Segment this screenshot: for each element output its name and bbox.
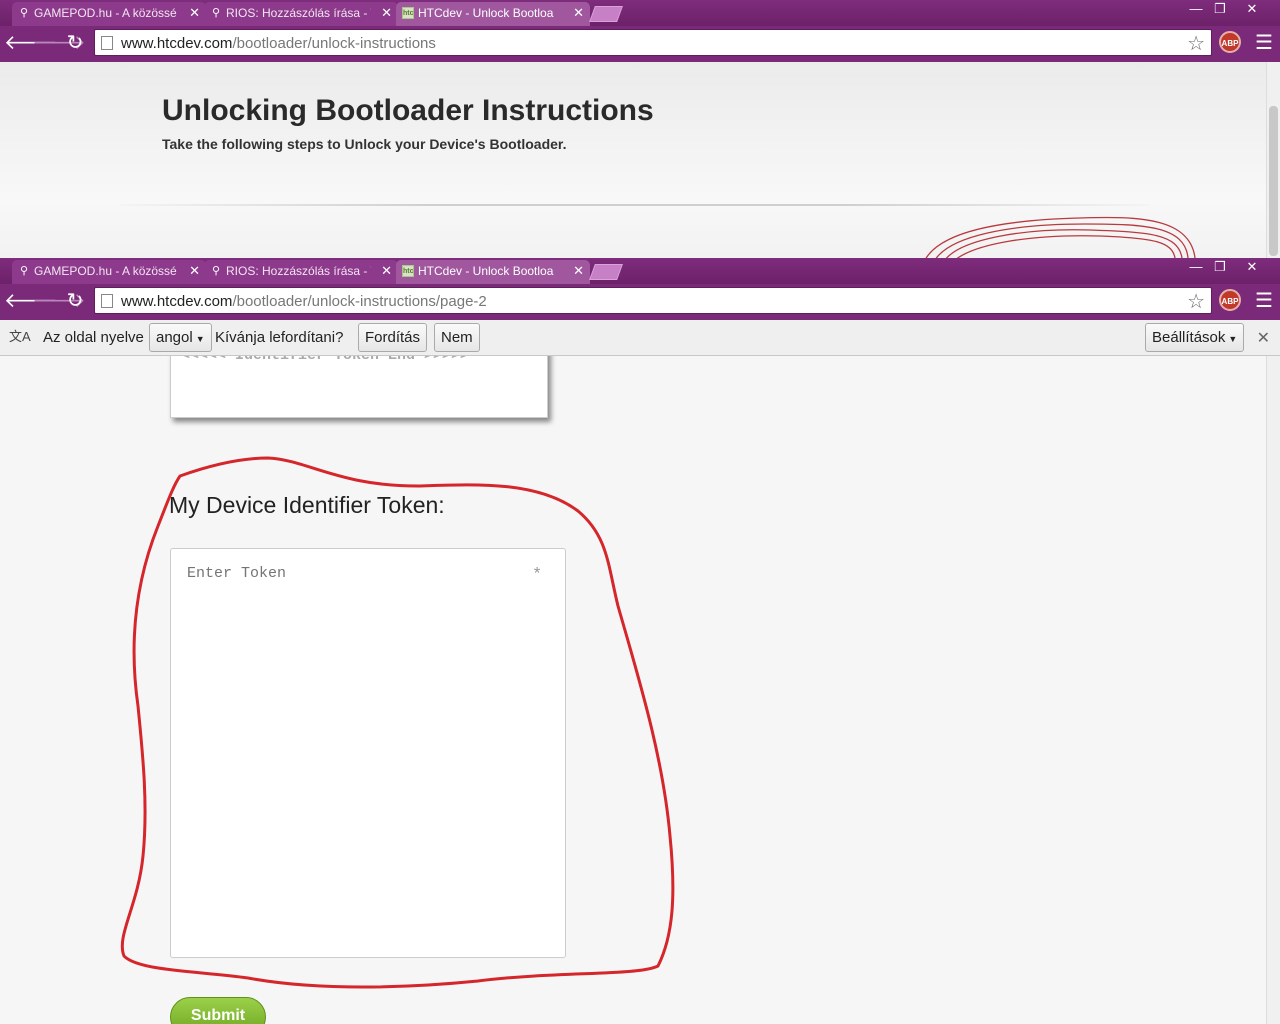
reload-icon[interactable]: ↻ bbox=[62, 30, 88, 56]
tab-title: RIOS: Hozzászólás írása - T bbox=[226, 264, 371, 278]
adblock-plus-icon[interactable]: ABP bbox=[1219, 289, 1241, 311]
scrollbar[interactable] bbox=[1266, 62, 1280, 258]
scrollbar-thumb[interactable] bbox=[1269, 106, 1278, 256]
back-arrow-icon[interactable]: 🡐 bbox=[4, 30, 58, 56]
url-text: www.htcdev.com/bootloader/unlock-instruc… bbox=[121, 35, 436, 52]
forward-arrow-icon[interactable]: 🡒 bbox=[32, 30, 86, 56]
url-text: www.htcdev.com/bootloader/unlock-instruc… bbox=[121, 293, 487, 310]
search-icon: ⚲ bbox=[19, 265, 29, 277]
language-label: Az oldal nyelve bbox=[43, 329, 144, 346]
scrollbar[interactable] bbox=[1266, 356, 1280, 1024]
restore-icon[interactable]: ❐ bbox=[1206, 258, 1234, 276]
tab-strip: ⚲ GAMEPOD.hu - A közössé ✕ ⚲ RIOS: Hozzá… bbox=[0, 0, 1280, 26]
close-icon[interactable]: ✕ bbox=[189, 260, 200, 282]
close-window-icon[interactable]: ✕ bbox=[1238, 0, 1266, 18]
page-content: <<<<< Identifier Token End >>>>> My Devi… bbox=[0, 356, 1266, 1024]
search-icon: ⚲ bbox=[211, 7, 221, 19]
chevron-down-icon: ▼ bbox=[195, 334, 205, 344]
menu-icon[interactable]: ☰ bbox=[1253, 30, 1275, 56]
identifier-token-box: <<<<< Identifier Token End >>>>> bbox=[170, 356, 548, 418]
close-icon[interactable]: ✕ bbox=[189, 2, 200, 24]
htcdev-favicon-icon: htc bbox=[402, 265, 414, 277]
browser-window-top: ⚲ GAMEPOD.hu - A közössé ✕ ⚲ RIOS: Hozzá… bbox=[0, 0, 1280, 62]
browser-toolbar: 🡐 🡒 ↻ www.htcdev.com/bootloader/unlock-i… bbox=[0, 284, 1280, 318]
tab-title: RIOS: Hozzászólás írása - T bbox=[226, 6, 371, 20]
chevron-down-icon: ▼ bbox=[1228, 334, 1238, 344]
close-icon[interactable]: ✕ bbox=[573, 2, 584, 24]
divider bbox=[120, 204, 1150, 206]
tab-htcdev[interactable]: htc HTCdev - Unlock Bootloa ✕ bbox=[396, 260, 590, 284]
language-select[interactable]: angol ▼ bbox=[149, 323, 212, 352]
translate-question: Kívánja lefordítani? bbox=[215, 329, 344, 346]
close-window-icon[interactable]: ✕ bbox=[1238, 258, 1266, 276]
settings-button[interactable]: Beállítások ▼ bbox=[1145, 323, 1245, 352]
close-infobar-icon[interactable]: ✕ bbox=[1257, 328, 1270, 348]
red-annotation-scribble bbox=[925, 216, 1196, 258]
close-icon[interactable]: ✕ bbox=[381, 2, 392, 24]
page-icon bbox=[101, 36, 113, 50]
tab-title: GAMEPOD.hu - A közössé bbox=[34, 6, 177, 20]
search-icon: ⚲ bbox=[19, 7, 29, 19]
page-subtitle: Take the following steps to Unlock your … bbox=[162, 136, 567, 152]
page-icon bbox=[101, 294, 113, 308]
htcdev-favicon-icon: htc bbox=[402, 7, 414, 19]
tab-title: GAMEPOD.hu - A közössé bbox=[34, 264, 177, 278]
tab-strip: ⚲ GAMEPOD.hu - A közössé ✕ ⚲ RIOS: Hozzá… bbox=[0, 258, 1280, 284]
browser-window-bottom: ⚲ GAMEPOD.hu - A közössé ✕ ⚲ RIOS: Hozzá… bbox=[0, 258, 1280, 320]
no-button[interactable]: Nem bbox=[434, 323, 480, 352]
bookmark-star-icon[interactable]: ☆ bbox=[1187, 289, 1205, 314]
language-value: angol bbox=[156, 329, 193, 346]
address-bar[interactable]: www.htcdev.com/bootloader/unlock-instruc… bbox=[94, 287, 1212, 314]
tab-gamepod[interactable]: ⚲ GAMEPOD.hu - A közössé ✕ bbox=[12, 260, 206, 284]
tab-htcdev[interactable]: htc HTCdev - Unlock Bootloa ✕ bbox=[396, 2, 590, 26]
adblock-plus-icon[interactable]: ABP bbox=[1219, 31, 1241, 53]
tab-title: HTCdev - Unlock Bootloa bbox=[418, 6, 554, 20]
page-header-area: Unlocking Bootloader Instructions Take t… bbox=[0, 62, 1266, 258]
close-icon[interactable]: ✕ bbox=[573, 260, 584, 282]
tab-rios[interactable]: ⚲ RIOS: Hozzászólás írása - T ✕ bbox=[204, 260, 398, 284]
restore-icon[interactable]: ❐ bbox=[1206, 0, 1234, 18]
address-bar[interactable]: www.htcdev.com/bootloader/unlock-instruc… bbox=[94, 29, 1212, 56]
reload-icon[interactable]: ↻ bbox=[62, 288, 88, 314]
red-annotation-circle bbox=[120, 456, 675, 989]
bookmark-star-icon[interactable]: ☆ bbox=[1187, 31, 1205, 56]
tab-title: HTCdev - Unlock Bootloa bbox=[418, 264, 554, 278]
translate-button[interactable]: Fordítás bbox=[358, 323, 428, 352]
token-end-text: <<<<< Identifier Token End >>>>> bbox=[181, 356, 469, 364]
translate-infobar: 文A Az oldal nyelve angol ▼ Kívánja leford… bbox=[0, 320, 1280, 356]
tab-gamepod[interactable]: ⚲ GAMEPOD.hu - A közössé ✕ bbox=[12, 2, 206, 26]
forward-arrow-icon[interactable]: 🡒 bbox=[32, 288, 86, 314]
translate-icon: 文A bbox=[9, 329, 31, 344]
tab-rios[interactable]: ⚲ RIOS: Hozzászólás írása - T ✕ bbox=[204, 2, 398, 26]
search-icon: ⚲ bbox=[211, 265, 221, 277]
browser-toolbar: 🡐 🡒 ↻ www.htcdev.com/bootloader/unlock-i… bbox=[0, 26, 1280, 60]
close-icon[interactable]: ✕ bbox=[381, 260, 392, 282]
settings-label: Beállítások bbox=[1152, 329, 1226, 346]
new-tab-button[interactable] bbox=[589, 264, 623, 280]
back-arrow-icon[interactable]: 🡐 bbox=[4, 288, 58, 314]
page-title: Unlocking Bootloader Instructions bbox=[162, 94, 654, 127]
menu-icon[interactable]: ☰ bbox=[1253, 288, 1275, 314]
new-tab-button[interactable] bbox=[589, 6, 623, 22]
submit-button[interactable]: Submit bbox=[170, 997, 266, 1024]
